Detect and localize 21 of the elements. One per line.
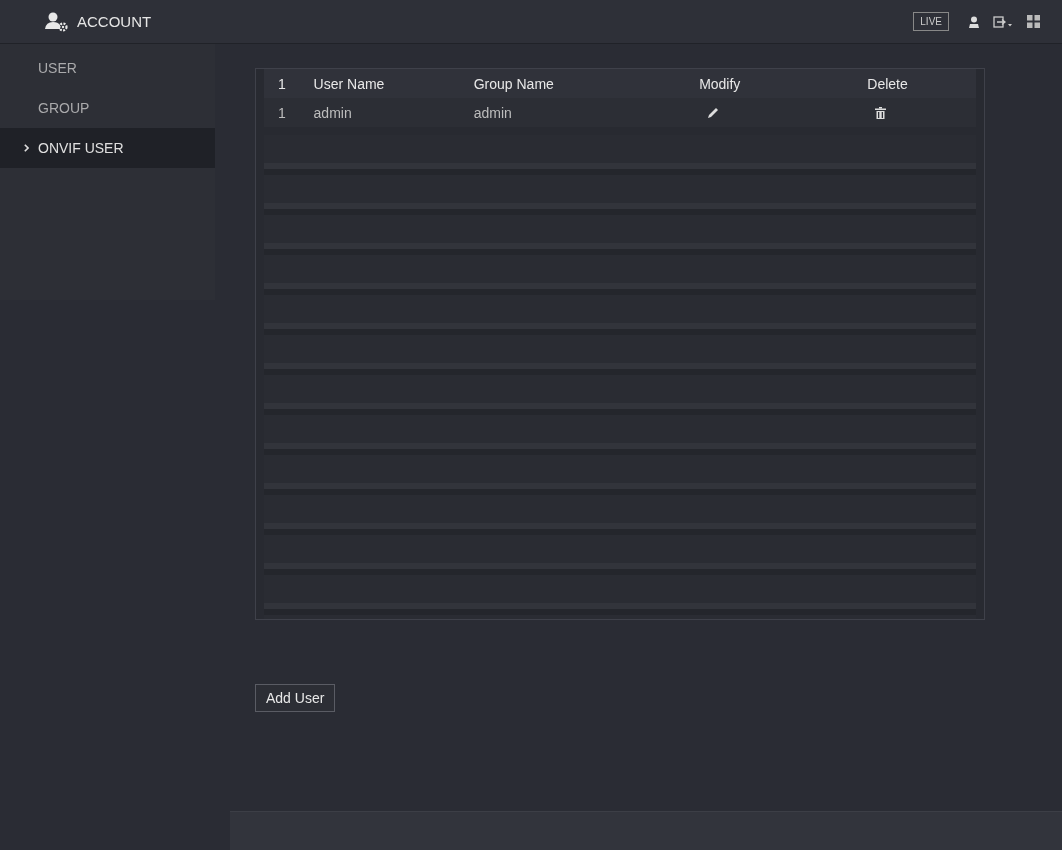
column-header: User Name — [313, 75, 386, 92]
column-header: Modify — [698, 75, 742, 92]
column-header: 1 — [277, 75, 287, 92]
grid-menu-icon[interactable] — [1027, 15, 1040, 28]
add-user-button[interactable]: Add User — [255, 684, 336, 712]
sidebar-item[interactable]: USER — [0, 48, 215, 88]
table-cell-text: 1 — [277, 104, 287, 121]
logout-dropdown-icon[interactable] — [993, 15, 1013, 28]
sidebar-item[interactable]: GROUP — [0, 88, 215, 128]
pencil-icon[interactable] — [707, 106, 720, 119]
user-icon[interactable] — [969, 15, 979, 28]
column-header: Delete — [866, 75, 909, 92]
table-cell-text: admin — [473, 104, 513, 121]
trash-icon[interactable] — [875, 106, 887, 119]
column-header: Group Name — [473, 75, 555, 92]
user-gear-icon — [45, 11, 69, 32]
table-cell-text: admin — [313, 104, 353, 121]
page-title: ACCOUNT — [77, 13, 152, 30]
live-button[interactable]: LIVE — [913, 12, 949, 31]
sidebar-item[interactable]: ONVIF USER — [0, 128, 215, 168]
chevron-icon — [24, 144, 29, 152]
